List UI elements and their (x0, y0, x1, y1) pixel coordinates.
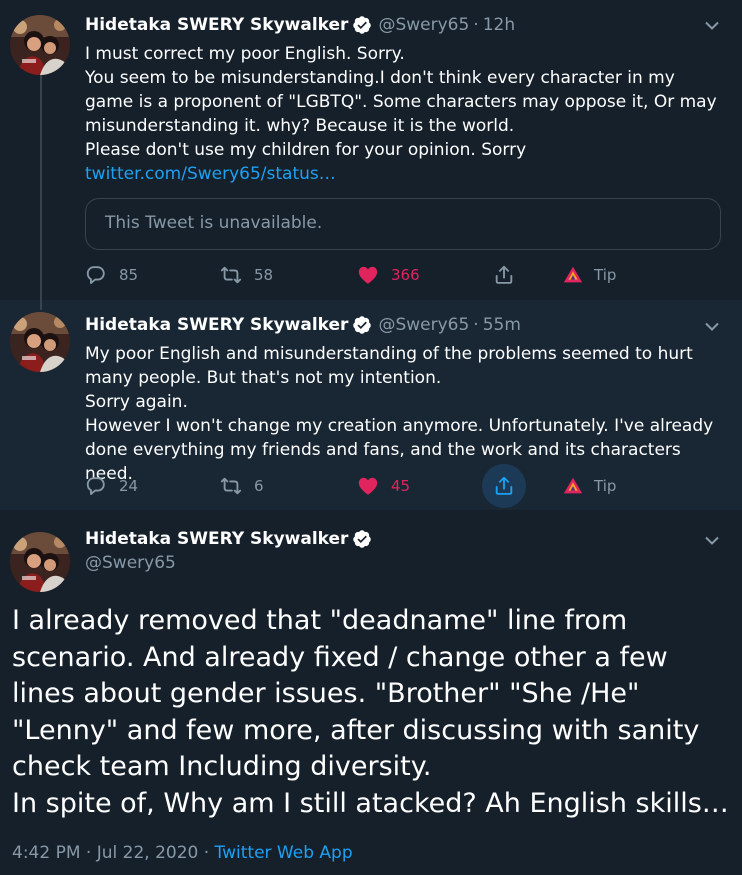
retweet-button[interactable]: 6 (220, 475, 264, 497)
verified-badge-icon (352, 315, 372, 335)
tip-button[interactable]: Tip (562, 264, 616, 286)
author-handle[interactable]: @Swery65 (378, 14, 469, 36)
tweet-line: I already removed that "deadname" line f… (12, 605, 700, 783)
tip-label: Tip (594, 266, 617, 284)
chevron-down-icon[interactable] (702, 15, 722, 35)
quoted-tweet-text: This Tweet is unavailable. (105, 213, 323, 233)
tweet-header: Hidetaka SWERY Skywalker @Swery65 · 12h (85, 14, 515, 36)
author-name[interactable]: Hidetaka SWERY Skywalker (85, 528, 348, 550)
heart-icon (358, 477, 378, 495)
reply-icon (86, 477, 105, 495)
chevron-down-icon[interactable] (702, 316, 722, 336)
author-handle[interactable]: @Swery65 (85, 552, 176, 574)
share-icon (495, 265, 513, 284)
reply-button[interactable]: 85 (85, 264, 138, 286)
tweet-text: I must correct my poor English. Sorry. Y… (85, 42, 722, 186)
tweet-2[interactable]: Hidetaka SWERY Skywalker @Swery65 · 55m … (0, 300, 742, 510)
tweet-line: My poor English and misunderstanding of … (85, 344, 693, 388)
reply-count: 24 (119, 477, 139, 495)
tweet-header: Hidetaka SWERY Skywalker @Swery65 (85, 528, 378, 574)
separator: · (473, 15, 479, 35)
share-hover-circle (482, 464, 526, 508)
tweet-line: Please don't use my children for your op… (85, 140, 527, 160)
tweet-link[interactable]: twitter.com/Swery65/status… (85, 164, 336, 184)
chevron-down-icon[interactable] (702, 530, 722, 550)
tweet-text: My poor English and misunderstanding of … (85, 342, 722, 486)
tweet-line: You seem to be misunderstanding.I don't … (85, 68, 717, 136)
share-button[interactable] (493, 264, 515, 286)
avatar[interactable] (10, 532, 70, 592)
tweet-line: Sorry again. (85, 392, 188, 412)
author-name[interactable]: Hidetaka SWERY Skywalker (85, 14, 348, 36)
tweet-line: I must correct my poor English. Sorry. (85, 44, 405, 64)
author-name[interactable]: Hidetaka SWERY Skywalker (85, 314, 348, 336)
thread-line (40, 74, 42, 300)
tweet-time[interactable]: 55m (483, 314, 521, 336)
meta-separator: · (203, 843, 210, 863)
tip-icon (563, 477, 583, 494)
tweet-header: Hidetaka SWERY Skywalker @Swery65 · 55m (85, 314, 521, 336)
tip-button[interactable]: Tip (562, 475, 616, 497)
thread-line (40, 300, 42, 310)
separator: · (473, 315, 479, 335)
like-button[interactable]: 45 (357, 475, 410, 497)
retweet-button[interactable]: 58 (220, 264, 273, 286)
share-button[interactable] (482, 464, 526, 508)
focused-tweet-text: I already removed that "deadname" line f… (12, 603, 730, 823)
reply-count: 85 (119, 266, 139, 284)
avatar[interactable] (10, 312, 70, 372)
tweet-1[interactable]: Hidetaka SWERY Skywalker @Swery65 · 12h … (0, 0, 742, 300)
reply-icon (86, 266, 105, 284)
verified-badge-icon (352, 529, 372, 549)
like-button[interactable]: 366 (357, 264, 420, 286)
verified-badge-icon (352, 15, 372, 35)
retweet-count: 6 (254, 477, 264, 495)
quoted-tweet[interactable]: This Tweet is unavailable. (85, 198, 721, 250)
tweet-line: In spite of, Why am I still atacked? Ah … (12, 787, 729, 819)
retweet-count: 58 (254, 266, 274, 284)
share-icon (495, 476, 513, 495)
heart-icon (358, 266, 378, 284)
author-handle[interactable]: @Swery65 (378, 314, 469, 336)
avatar[interactable] (10, 15, 70, 75)
source-app-link[interactable]: Twitter Web App (215, 843, 353, 863)
like-count: 45 (391, 477, 411, 495)
tweet-time[interactable]: 12h (483, 14, 515, 36)
reply-button[interactable]: 24 (85, 475, 138, 497)
retweet-icon (220, 477, 242, 495)
retweet-icon (220, 266, 242, 284)
tweet-meta: 4:42 PM · Jul 22, 2020 · Twitter Web App (12, 843, 353, 863)
tip-label: Tip (594, 477, 617, 495)
timestamp[interactable]: 4:42 PM · Jul 22, 2020 (12, 843, 198, 863)
like-count: 366 (391, 266, 420, 284)
tip-icon (563, 266, 583, 283)
